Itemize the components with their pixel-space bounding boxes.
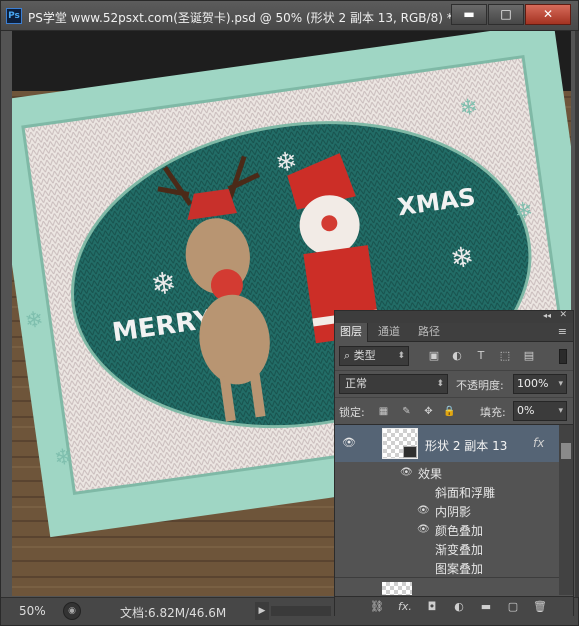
document-title: PS学堂 www.52psxt.com(圣诞贺卡).psd @ 50% (形状 … [28, 11, 453, 25]
status-menu-arrow-icon[interactable]: ▶ [255, 602, 269, 620]
effect-label: 内阴影 [435, 505, 472, 519]
add-mask-icon[interactable]: ◘ [424, 599, 440, 615]
effect-item[interactable]: 图案叠加 [335, 558, 559, 577]
chevron-down-icon[interactable]: ▾ [558, 375, 563, 393]
layer-row[interactable] [335, 577, 559, 595]
tab-layers[interactable]: 图层 [335, 323, 368, 342]
layers-panel: ◂◂ ✕ 图层 通道 路径 ≡ ⌕ 类型 ⬍ ▣ ◐ T ⬚ ▤ 正常 ⬍ 不透… [334, 310, 574, 616]
snowflake-icon: ❄ [448, 240, 476, 276]
fill-label: 填充: [480, 406, 506, 419]
shape-link-icon [403, 446, 417, 458]
smart-object-filter-icon[interactable]: ▤ [522, 349, 536, 363]
lock-brush-icon[interactable]: ✎ [400, 405, 413, 418]
new-group-icon[interactable]: ▬ [478, 599, 494, 615]
add-style-fx-icon[interactable]: fx. [397, 599, 413, 615]
blend-mode-select[interactable]: 正常 ⬍ [339, 374, 448, 394]
effect-label: 斜面和浮雕 [435, 486, 496, 500]
lock-all-icon[interactable]: 🔒 [443, 405, 456, 418]
photoshop-logo-icon: Ps [6, 8, 22, 24]
snowflake-icon: ❄ [53, 444, 75, 471]
filter-toggle[interactable] [559, 349, 567, 364]
effect-item[interactable]: 渐变叠加 [335, 539, 559, 558]
visibility-eye-icon[interactable]: 👁 [417, 505, 430, 516]
snowflake-icon: ❄ [458, 95, 480, 122]
filter-type-label: 类型 [353, 349, 376, 362]
navigator-icon[interactable]: ◉ [63, 602, 81, 620]
effect-item[interactable]: 斜面和浮雕 [335, 482, 559, 501]
panel-tabs: 图层 通道 路径 ≡ [335, 323, 573, 342]
snowflake-icon: ❄ [23, 307, 45, 334]
chevron-down-icon[interactable]: ▾ [558, 402, 563, 420]
link-layers-icon[interactable]: ⛓ [369, 599, 385, 615]
panel-menu-icon[interactable]: ≡ [558, 325, 567, 338]
pixel-filter-icon[interactable]: ▣ [427, 349, 441, 363]
layers-panel-footer: ⛓ fx. ◘ ◐ ▬ ▢ 🗑 [335, 596, 573, 616]
effect-label: 图案叠加 [435, 562, 484, 576]
filter-row: ⌕ 类型 ⬍ ▣ ◐ T ⬚ ▤ [335, 343, 573, 370]
vertical-scrollbar[interactable] [575, 31, 579, 597]
panel-header[interactable]: ◂◂ ✕ [335, 310, 573, 323]
layer-name[interactable]: 形状 2 副本 13 [425, 437, 507, 454]
blend-row: 正常 ⬍ 不透明度: 100% ▾ [335, 370, 573, 395]
new-adjustment-icon[interactable]: ◐ [451, 599, 467, 615]
chevron-down-icon: ⬍ [436, 379, 444, 389]
effects-label: 效果 [418, 467, 443, 481]
layers-scrollbar[interactable] [559, 425, 573, 595]
maximize-button[interactable]: □ [488, 4, 524, 25]
close-button[interactable]: ✕ [525, 4, 571, 25]
visibility-eye-icon[interactable]: 👁 [342, 437, 358, 449]
lock-label: 锁定: [339, 406, 365, 419]
minimize-button[interactable]: ▬ [451, 4, 487, 25]
snowflake-icon: ❄ [513, 198, 535, 225]
visibility-eye-icon[interactable]: 👁 [400, 467, 413, 478]
effect-label: 渐变叠加 [435, 543, 484, 557]
layer-thumbnail [382, 582, 412, 595]
shape-filter-icon[interactable]: ⬚ [498, 349, 512, 363]
fx-icon[interactable]: fx [533, 436, 544, 450]
document-info: 文档:6.82M/46.6M [120, 606, 227, 620]
filter-type-select[interactable]: ⌕ 类型 ⬍ [339, 346, 409, 366]
delete-layer-icon[interactable]: 🗑 [532, 599, 548, 615]
opacity-label: 不透明度: [456, 379, 504, 392]
lock-transparent-icon[interactable]: ▦ [377, 405, 390, 418]
opacity-field[interactable]: 100% ▾ [513, 374, 567, 394]
search-icon: ⌕ [344, 349, 354, 362]
effects-header[interactable]: 👁 效果 [335, 463, 559, 482]
photoshop-window: Ps PS学堂 www.52psxt.com(圣诞贺卡).psd @ 50% (… [0, 0, 579, 626]
effect-item[interactable]: 👁 内阴影 [335, 501, 559, 520]
layer-row-selected[interactable]: 👁 形状 2 副本 13 fx [335, 425, 559, 462]
tab-paths[interactable]: 路径 [413, 323, 445, 342]
tab-channels[interactable]: 通道 [373, 323, 405, 342]
snowflake-icon: ❄ [149, 265, 179, 303]
collapse-icon[interactable]: ◂◂ [543, 311, 551, 320]
chevron-down-icon: ⬍ [397, 351, 405, 361]
close-panel-icon[interactable]: ✕ [559, 310, 567, 320]
effect-label: 颜色叠加 [435, 524, 484, 538]
visibility-eye-icon[interactable]: 👁 [417, 524, 430, 535]
horizontal-scrollbar[interactable] [271, 606, 331, 616]
lock-move-icon[interactable]: ✥ [422, 405, 435, 418]
adjustment-filter-icon[interactable]: ◐ [450, 349, 464, 363]
new-layer-icon[interactable]: ▢ [505, 599, 521, 615]
type-filter-icon[interactable]: T [474, 349, 488, 363]
effect-item[interactable]: 👁 颜色叠加 [335, 520, 559, 539]
blend-mode-value: 正常 [345, 377, 367, 390]
scrollbar-thumb[interactable] [561, 443, 571, 459]
layer-list: 👁 形状 2 副本 13 fx 👁 效果 斜面和浮雕 👁 内阴影 👁 颜色叠加 [335, 424, 573, 595]
opacity-value: 100% [517, 377, 549, 390]
zoom-level[interactable]: 50% [19, 604, 46, 618]
fill-field[interactable]: 0% ▾ [513, 401, 567, 421]
title-bar[interactable]: Ps PS学堂 www.52psxt.com(圣诞贺卡).psd @ 50% (… [1, 1, 578, 31]
snowflake-icon: ❄ [273, 146, 299, 179]
lock-row: 锁定: ▦ ✎ ✥ 🔒 填充: 0% ▾ [335, 397, 573, 423]
fill-value: 0% [517, 404, 535, 417]
